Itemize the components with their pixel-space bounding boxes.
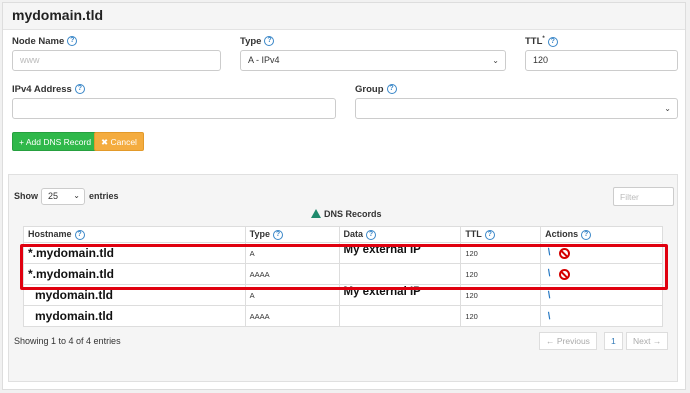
- required-mark: *: [542, 36, 545, 42]
- edit-icon[interactable]: /: [546, 289, 552, 300]
- table-row: mydomain.tld AAAA 120 /: [23, 305, 663, 327]
- ttl-label: TTL*?: [525, 36, 558, 47]
- ttl-cell: 120: [460, 263, 542, 285]
- table-row: mydomain.tld A My external IP 120 /: [23, 284, 663, 306]
- actions-cell: /: [540, 242, 663, 264]
- help-icon[interactable]: ?: [74, 84, 85, 95]
- help-icon[interactable]: ?: [484, 229, 495, 240]
- help-icon[interactable]: ?: [74, 229, 85, 240]
- page-size-value: 25: [48, 191, 59, 201]
- type-select-value: A - IPv4: [248, 55, 280, 65]
- group-label: Group?: [355, 84, 397, 95]
- delete-icon[interactable]: [558, 247, 570, 259]
- column-type[interactable]: Type?: [244, 226, 340, 243]
- help-icon[interactable]: ?: [67, 36, 78, 47]
- ttl-cell: 120: [460, 242, 542, 264]
- group-select[interactable]: ⌄: [355, 98, 678, 119]
- help-icon[interactable]: ?: [366, 229, 377, 240]
- chevron-down-icon: ⌄: [664, 104, 671, 113]
- type-label: Type?: [240, 36, 275, 47]
- type-select[interactable]: A - IPv4 ⌄: [240, 50, 506, 71]
- table-row: *.mydomain.tld A My external IP 120 /: [23, 242, 663, 264]
- previous-page-button[interactable]: ← Previous: [539, 332, 597, 350]
- panel-title: mydomain.tld: [3, 3, 685, 30]
- hostname-cell: *.mydomain.tld: [23, 263, 246, 285]
- table-header-row: Hostname? Type? Data? TTL? Actions?: [23, 226, 663, 243]
- help-icon[interactable]: ?: [264, 36, 275, 47]
- hostname-cell: mydomain.tld: [23, 305, 246, 327]
- add-dns-record-button[interactable]: + Add DNS Record: [12, 132, 99, 151]
- actions-cell: /: [540, 284, 663, 306]
- cancel-button[interactable]: ✖ Cancel: [94, 132, 144, 151]
- chevron-down-icon: ⌄: [73, 191, 80, 200]
- data-cell: [338, 305, 462, 327]
- ipv4-label: IPv4 Address?: [12, 84, 85, 95]
- column-ttl[interactable]: TTL?: [460, 226, 542, 243]
- help-icon[interactable]: ?: [581, 229, 592, 240]
- data-cell: [338, 263, 462, 285]
- type-cell: AAAA: [244, 305, 340, 327]
- table-row: *.mydomain.tld AAAA 120 /: [23, 263, 663, 285]
- edit-icon[interactable]: /: [546, 310, 552, 321]
- type-cell: A: [244, 284, 340, 306]
- actions-cell: /: [540, 263, 663, 285]
- table-info: Showing 1 to 4 of 4 entries: [14, 336, 121, 346]
- entries-label: entries: [89, 191, 119, 201]
- delete-icon[interactable]: [558, 268, 570, 280]
- ttl-cell: 120: [460, 305, 542, 327]
- data-cell: My external IP: [338, 284, 462, 306]
- dns-records-table: Hostname? Type? Data? TTL? Actions? *.my…: [23, 226, 663, 327]
- node-name-input[interactable]: www: [12, 50, 221, 71]
- column-hostname[interactable]: Hostname?: [23, 226, 246, 243]
- help-icon[interactable]: ?: [547, 36, 558, 47]
- edit-icon[interactable]: /: [546, 247, 552, 258]
- grid-title: DNS Records: [311, 209, 382, 219]
- dns-records-icon: [311, 209, 321, 218]
- next-page-button[interactable]: Next →: [626, 332, 669, 350]
- page-size-select[interactable]: 25 ⌄: [41, 188, 85, 205]
- data-cell: My external IP: [338, 242, 462, 264]
- edit-icon[interactable]: /: [546, 268, 552, 279]
- column-data[interactable]: Data?: [338, 226, 462, 243]
- chevron-down-icon: ⌄: [492, 56, 499, 65]
- ttl-input[interactable]: 120: [525, 50, 678, 71]
- help-icon[interactable]: ?: [273, 229, 284, 240]
- hostname-cell: *.mydomain.tld: [23, 242, 246, 264]
- show-label: Show: [14, 191, 38, 201]
- help-icon[interactable]: ?: [386, 84, 397, 95]
- hostname-cell: mydomain.tld: [23, 284, 246, 306]
- page-1-button[interactable]: 1: [604, 332, 623, 350]
- type-cell: AAAA: [244, 263, 340, 285]
- ipv4-input[interactable]: [12, 98, 336, 119]
- column-actions: Actions?: [540, 226, 663, 243]
- actions-cell: /: [540, 305, 663, 327]
- type-cell: A: [244, 242, 340, 264]
- filter-input[interactable]: Filter: [613, 187, 674, 206]
- ttl-cell: 120: [460, 284, 542, 306]
- node-name-label: Node Name?: [12, 36, 78, 47]
